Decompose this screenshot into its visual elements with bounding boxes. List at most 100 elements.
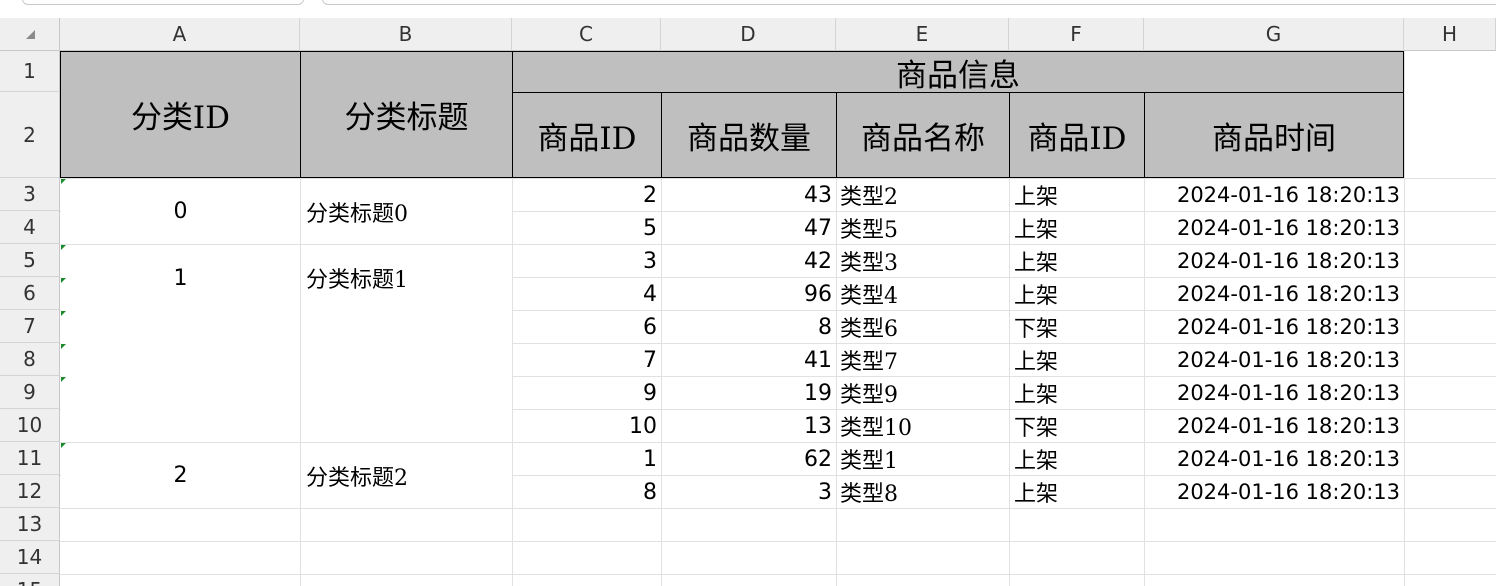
header-product-time-text: 商品时间 [1212,120,1336,157]
product-time-cell[interactable]: 2024-01-16 18:20:13 [1145,443,1404,475]
column-header-g[interactable]: G [1144,18,1404,51]
product-qty-cell[interactable]: 19 [662,377,836,409]
product-time-cell[interactable]: 2024-01-16 18:20:13 [1145,278,1404,310]
category-title-cell[interactable]: 分类标题0 [301,179,512,244]
product-name-cell[interactable]: 类型4 [837,278,1009,310]
row-header-6[interactable]: 6 [0,277,60,310]
product-id-cell[interactable]: 8 [513,476,661,508]
header-category-id-text: 分类ID [130,100,231,136]
header-product-qty[interactable]: 商品数量 [661,92,837,178]
formula-bar[interactable] [322,0,1496,5]
category-title-cell[interactable]: 分类标题2 [301,443,512,508]
top-toolbar-strip [0,0,1496,18]
product-status-cell[interactable]: 下架 [1010,410,1144,442]
product-name-cell[interactable]: 类型7 [837,344,1009,376]
product-name-cell[interactable]: 类型3 [837,245,1009,277]
product-name-cell[interactable]: 类型5 [837,212,1009,244]
row-header-11[interactable]: 11 [0,442,60,475]
product-qty-cell[interactable]: 13 [662,410,836,442]
header-product-time[interactable]: 商品时间 [1144,92,1404,178]
row-header-13[interactable]: 13 [0,508,60,541]
product-id-cell[interactable]: 5 [513,212,661,244]
product-status-cell[interactable]: 下架 [1010,311,1144,343]
row-header-1[interactable]: 1 [0,51,60,92]
product-time-cell[interactable]: 2024-01-16 18:20:13 [1145,377,1404,409]
product-id-cell[interactable]: 10 [513,410,661,442]
product-name-cell[interactable]: 类型10 [837,410,1009,442]
product-status-cell[interactable]: 上架 [1010,476,1144,508]
product-id-cell[interactable]: 2 [513,179,661,211]
error-indicator-icon [61,278,66,283]
row-header-15[interactable]: 15 [0,574,60,586]
grid-vline [300,179,301,244]
grid-vline [1404,51,1405,586]
column-header-a[interactable]: A [60,18,300,51]
product-name-cell[interactable]: 类型6 [837,311,1009,343]
product-id-cell[interactable]: 1 [513,443,661,475]
row-header-2[interactable]: 2 [0,92,60,178]
row-header-12[interactable]: 12 [0,475,60,508]
column-header-f[interactable]: F [1009,18,1144,51]
column-header-e[interactable]: E [836,18,1009,51]
header-product-id[interactable]: 商品ID [512,92,662,178]
select-all-icon [26,30,35,39]
product-id-cell[interactable]: 4 [513,278,661,310]
product-qty-cell[interactable]: 3 [662,476,836,508]
product-status-cell[interactable]: 上架 [1010,377,1144,409]
category-id-cell[interactable]: 0 [61,179,300,244]
product-qty-cell[interactable]: 43 [662,179,836,211]
product-name-cell[interactable]: 类型9 [837,377,1009,409]
category-id-cell[interactable]: 1 [61,245,300,311]
product-time-cell[interactable]: 2024-01-16 18:20:13 [1145,311,1404,343]
product-id-cell[interactable]: 6 [513,311,661,343]
product-name-cell[interactable]: 类型1 [837,443,1009,475]
error-indicator-icon [61,443,66,448]
product-status-cell[interactable]: 上架 [1010,212,1144,244]
header-product-name[interactable]: 商品名称 [836,92,1010,178]
product-qty-cell[interactable]: 8 [662,311,836,343]
product-time-cell[interactable]: 2024-01-16 18:20:13 [1145,179,1404,211]
product-time-cell[interactable]: 2024-01-16 18:20:13 [1145,212,1404,244]
grid-hline [60,574,1496,575]
product-time-cell[interactable]: 2024-01-16 18:20:13 [1145,410,1404,442]
row-header-3[interactable]: 3 [0,178,60,211]
row-header-5[interactable]: 5 [0,244,60,277]
category-title-cell[interactable]: 分类标题1 [301,245,512,311]
product-qty-cell[interactable]: 42 [662,245,836,277]
select-all-corner[interactable] [0,18,60,51]
product-id-cell[interactable]: 7 [513,344,661,376]
header-group-title[interactable]: 商品信息 [512,51,1404,93]
header-category-id[interactable]: 分类ID [60,51,301,178]
product-status-cell[interactable]: 上架 [1010,245,1144,277]
column-header-h[interactable]: H [1404,18,1496,51]
row-header-14[interactable]: 14 [0,541,60,574]
column-header-c[interactable]: C [512,18,661,51]
product-id-cell[interactable]: 9 [513,377,661,409]
row-header-8[interactable]: 8 [0,343,60,376]
product-name-cell[interactable]: 类型2 [837,179,1009,211]
product-status-cell[interactable]: 上架 [1010,344,1144,376]
row-header-4[interactable]: 4 [0,211,60,244]
product-time-cell[interactable]: 2024-01-16 18:20:13 [1145,245,1404,277]
product-time-cell[interactable]: 2024-01-16 18:20:13 [1145,476,1404,508]
row-header-10[interactable]: 10 [0,409,60,442]
error-indicator-icon [61,179,66,184]
product-qty-cell[interactable]: 96 [662,278,836,310]
product-status-cell[interactable]: 上架 [1010,179,1144,211]
name-box[interactable] [22,0,304,5]
product-qty-cell[interactable]: 47 [662,212,836,244]
product-qty-cell[interactable]: 41 [662,344,836,376]
product-name-cell[interactable]: 类型8 [837,476,1009,508]
product-id-cell[interactable]: 3 [513,245,661,277]
header-category-title[interactable]: 分类标题 [300,51,513,178]
product-time-cell[interactable]: 2024-01-16 18:20:13 [1145,344,1404,376]
header-product-status[interactable]: 商品ID [1009,92,1145,178]
column-header-b[interactable]: B [300,18,512,51]
product-status-cell[interactable]: 上架 [1010,278,1144,310]
column-header-d[interactable]: D [661,18,836,51]
product-status-cell[interactable]: 上架 [1010,443,1144,475]
row-header-9[interactable]: 9 [0,376,60,409]
row-header-7[interactable]: 7 [0,310,60,343]
product-qty-cell[interactable]: 62 [662,443,836,475]
category-id-cell[interactable]: 2 [61,443,300,508]
